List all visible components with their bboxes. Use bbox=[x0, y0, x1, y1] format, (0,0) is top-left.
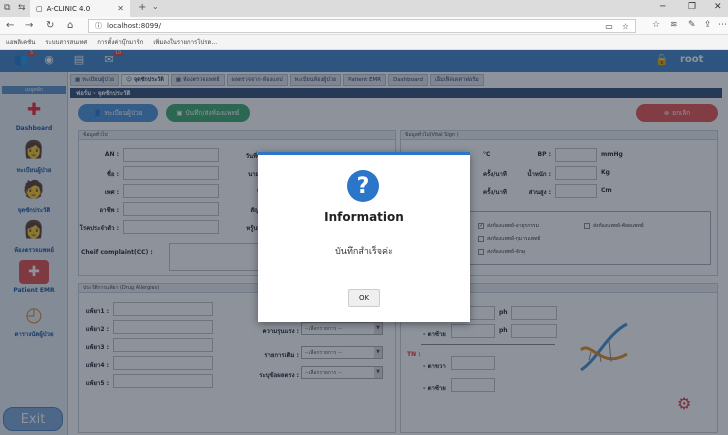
ok-button[interactable]: OK bbox=[348, 289, 380, 307]
page-icon: ▢ bbox=[36, 4, 43, 13]
question-icon: ? bbox=[347, 170, 379, 202]
bookmark-item[interactable]: การตั้งค่าบุ๊กมาร์ก bbox=[97, 37, 143, 47]
new-tab-icon[interactable]: + bbox=[138, 2, 146, 13]
more-icon[interactable]: ⋯ bbox=[718, 20, 727, 30]
browser-tab-bar: ⧉ ⇆ ▢ A-CLINIC 4.0 ✕ + ⌄ ─ ❐ ✕ bbox=[0, 0, 728, 17]
forward-icon[interactable]: → bbox=[25, 20, 33, 31]
notes-icon[interactable]: ✎ bbox=[688, 20, 696, 30]
tab-actions-icon[interactable]: ⧉ bbox=[4, 3, 10, 13]
url-bar[interactable]: ⓘ localhost:8099/ ▭ ☆ bbox=[88, 19, 636, 33]
info-dialog: ? Information บันทึกสำเร็จค่ะ OK bbox=[258, 152, 470, 322]
close-tab-icon[interactable]: ✕ bbox=[117, 4, 124, 13]
home-icon[interactable]: ⌂ bbox=[67, 20, 73, 31]
close-window-icon[interactable]: ✕ bbox=[714, 2, 722, 12]
favorite-star-icon[interactable]: ☆ bbox=[622, 22, 629, 31]
info-icon: ⓘ bbox=[95, 22, 102, 30]
minimize-icon[interactable]: ─ bbox=[660, 2, 665, 12]
dialog-title: Information bbox=[324, 210, 404, 224]
dialog-message: บันทึกสำเร็จค่ะ bbox=[335, 247, 393, 257]
bookmark-item[interactable]: ระบบสารสนเทศ bbox=[45, 37, 87, 47]
browser-tab[interactable]: ▢ A-CLINIC 4.0 ✕ bbox=[30, 0, 130, 17]
bookmark-item[interactable]: แอพลิเคชัน bbox=[6, 37, 35, 47]
address-toolbar: ← → ↻ ⌂ ⓘ localhost:8099/ ▭ ☆ ☆ ≋ ✎ ⇪ ⋯ bbox=[0, 17, 728, 35]
url-text: localhost:8099/ bbox=[107, 22, 161, 30]
favorites-bar: แอพลิเคชัน ระบบสารสนเทศ การตั้งค่าบุ๊กมา… bbox=[0, 35, 728, 50]
favorites-icon[interactable]: ☆ bbox=[652, 20, 660, 30]
reading-list-icon[interactable]: ≋ bbox=[670, 20, 678, 30]
back-icon[interactable]: ← bbox=[6, 20, 14, 31]
refresh-icon[interactable]: ↻ bbox=[46, 20, 54, 31]
restore-icon[interactable]: ❐ bbox=[688, 2, 696, 12]
tab-title: A-CLINIC 4.0 bbox=[46, 4, 91, 13]
bookmark-item[interactable]: เพิ่มลงในรายการโปรด... bbox=[153, 37, 217, 47]
back-tabs-icon[interactable]: ⇆ bbox=[18, 3, 26, 13]
reading-view-icon[interactable]: ▭ bbox=[605, 22, 613, 31]
share-icon[interactable]: ⇪ bbox=[704, 20, 712, 30]
tab-list-icon[interactable]: ⌄ bbox=[152, 2, 159, 11]
